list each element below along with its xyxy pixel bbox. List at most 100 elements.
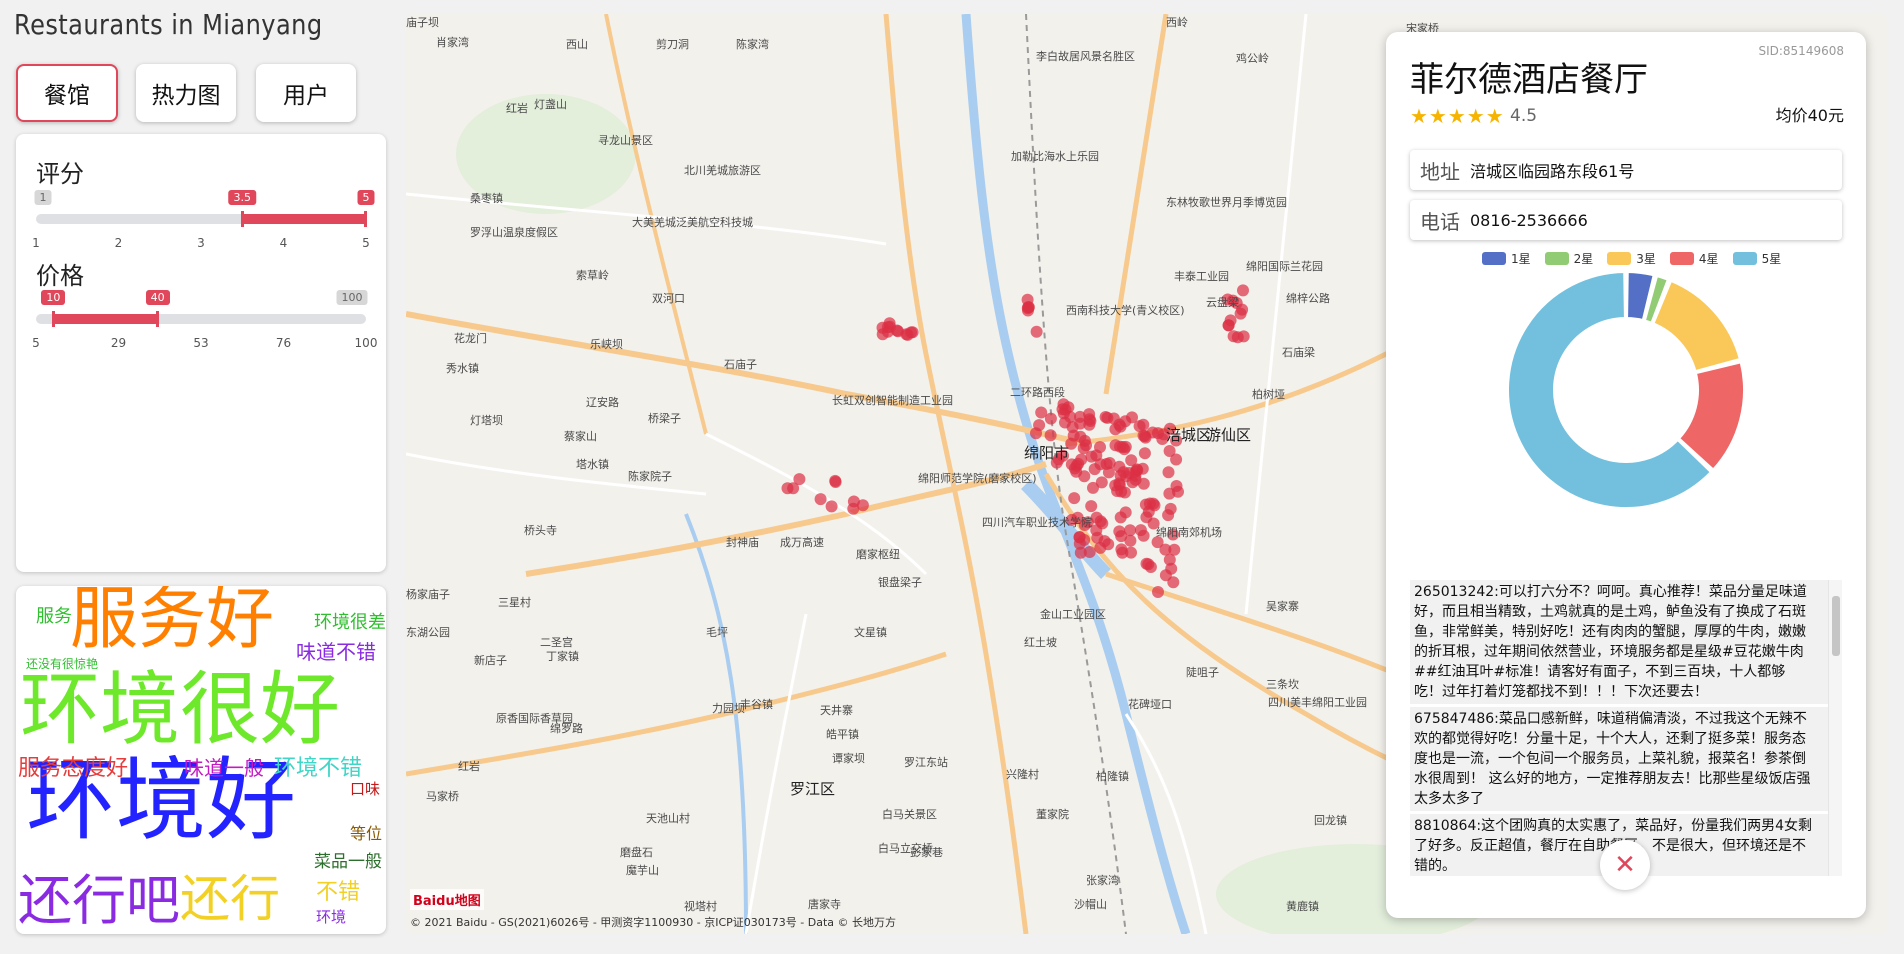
legend-label: 5星 — [1761, 252, 1782, 266]
restaurant-marker[interactable] — [1162, 466, 1175, 479]
map-place-label: 花碑垭口 — [1128, 698, 1172, 711]
rating-slider[interactable] — [36, 211, 367, 227]
restaurant-marker[interactable] — [1163, 487, 1176, 500]
restaurant-marker[interactable] — [1090, 511, 1103, 524]
reviews-scrollbar[interactable] — [1828, 580, 1842, 876]
legend-item[interactable]: 4星 — [1669, 250, 1719, 267]
restaurant-marker[interactable] — [1087, 481, 1099, 494]
restaurant-marker[interactable] — [1022, 304, 1034, 317]
restaurant-marker[interactable] — [1085, 500, 1098, 513]
restaurant-marker[interactable] — [1078, 434, 1091, 447]
restaurant-marker[interactable] — [1085, 450, 1098, 463]
restaurant-marker[interactable] — [1074, 546, 1087, 559]
restaurant-marker[interactable] — [1124, 524, 1137, 537]
rating-tick-label: 5 — [362, 236, 370, 250]
restaurant-marker[interactable] — [1083, 408, 1096, 421]
restaurant-marker[interactable] — [1130, 463, 1143, 476]
rating-tick-label: 3 — [197, 236, 205, 250]
rating-slider-handle-low[interactable] — [241, 211, 245, 227]
restaurant-marker[interactable] — [876, 321, 889, 334]
map-place-label: 视塔村 — [684, 900, 717, 913]
restaurant-marker[interactable] — [1044, 412, 1057, 425]
restaurant-marker[interactable] — [1044, 429, 1057, 442]
restaurant-marker[interactable] — [847, 495, 860, 508]
map-place-label: 金山工业园区 — [1040, 608, 1106, 621]
map-place-label: 东湖公园 — [406, 626, 450, 639]
restaurant-marker[interactable] — [1142, 558, 1155, 571]
restaurant-marker[interactable] — [1115, 485, 1128, 498]
price-tick-label: 100 — [354, 336, 378, 350]
restaurant-marker[interactable] — [1030, 427, 1042, 440]
wordcloud-word: 环境很好 — [20, 663, 340, 756]
price-slider-handle-high[interactable] — [155, 311, 159, 327]
legend-item[interactable]: 1星 — [1482, 250, 1531, 267]
restaurant-marker[interactable] — [781, 482, 794, 495]
map-place-label: 石庙梁 — [1282, 346, 1315, 359]
rating-slider-handle-high[interactable] — [364, 211, 367, 227]
price-slider-handle-low[interactable] — [52, 311, 56, 327]
restaurant-marker[interactable] — [1078, 533, 1091, 546]
restaurant-marker[interactable] — [1163, 553, 1176, 566]
restaurant-marker[interactable] — [814, 493, 827, 506]
legend-item[interactable]: 5星 — [1732, 250, 1782, 267]
map-place-label: 乐峡坝 — [590, 338, 623, 351]
restaurant-marker[interactable] — [1134, 524, 1147, 537]
restaurant-marker[interactable] — [1231, 331, 1244, 344]
restaurant-marker[interactable] — [1107, 412, 1120, 425]
restaurant-marker[interactable] — [1102, 466, 1115, 479]
wordcloud-word: 味道一般 — [184, 756, 264, 780]
restaurant-marker[interactable] — [1124, 534, 1137, 547]
address-box: 地址 涪城区临园路东段61号 — [1410, 150, 1842, 190]
map-copyright: © 2021 Baidu - GS(2021)6026号 - 甲测资字11009… — [410, 916, 897, 929]
restaurant-marker[interactable] — [901, 328, 914, 341]
restaurant-marker[interactable] — [1159, 569, 1172, 582]
map-place-label: 兴隆村 — [1006, 768, 1039, 781]
restaurant-marker[interactable] — [1152, 586, 1164, 598]
restaurant-marker[interactable] — [1138, 447, 1151, 460]
map-place-label: 桥头寺 — [524, 524, 557, 537]
restaurant-marker[interactable] — [1222, 319, 1235, 332]
close-button[interactable]: ✕ — [1600, 840, 1650, 890]
tab-users[interactable]: 用户 — [256, 64, 356, 122]
restaurant-marker[interactable] — [1119, 506, 1132, 519]
restaurant-marker[interactable] — [1057, 398, 1070, 411]
map-place-label: 谭家坝 — [832, 752, 865, 765]
map-place-label: 回龙镇 — [1314, 814, 1347, 827]
restaurant-marker[interactable] — [1083, 418, 1096, 431]
tab-heatmap[interactable]: 热力图 — [136, 64, 236, 122]
restaurant-marker[interactable] — [1139, 431, 1152, 444]
legend-item[interactable]: 3星 — [1607, 250, 1656, 267]
wordcloud-word: 服务 — [36, 606, 72, 627]
review-item: 265013242:可以打六分不？呵呵。真心推荐！菜品分量足味道好，而且相当精致… — [1410, 580, 1828, 704]
legend-swatch — [1732, 252, 1757, 265]
restaurant-marker[interactable] — [1162, 509, 1175, 522]
tab-restaurants[interactable]: 餐馆 — [16, 64, 118, 122]
restaurant-marker[interactable] — [825, 500, 838, 513]
restaurant-marker[interactable] — [1109, 439, 1122, 452]
restaurant-marker[interactable] — [1120, 470, 1133, 483]
restaurant-marker[interactable] — [1075, 453, 1088, 466]
wordcloud-word: 环境 — [316, 908, 347, 926]
map-place-label: 力园坝 — [712, 702, 745, 715]
restaurant-marker[interactable] — [1116, 546, 1129, 559]
donut-slice-3星[interactable] — [1652, 279, 1741, 373]
reviews-list[interactable]: 265013242:可以打六分不？呵呵。真心推荐！菜品分量足味道好，而且相当精致… — [1410, 580, 1842, 876]
restaurant-marker[interactable] — [1098, 535, 1111, 548]
map-place-label: 天井寨 — [820, 704, 853, 717]
restaurant-marker[interactable] — [1090, 524, 1103, 537]
map-place-label: 皓平镇 — [826, 728, 859, 741]
legend-item[interactable]: 2星 — [1544, 250, 1593, 267]
restaurant-marker[interactable] — [1143, 497, 1156, 510]
restaurant-marker[interactable] — [1068, 492, 1081, 505]
restaurant-marker[interactable] — [829, 474, 842, 487]
map-place-label: 罗浮山温泉度假区 — [470, 226, 558, 239]
restaurant-marker[interactable] — [1030, 325, 1043, 338]
map-place-label: 庙子坝 — [406, 16, 439, 29]
restaurant-marker[interactable] — [1163, 445, 1176, 457]
map-place-label: 文星镇 — [854, 626, 887, 639]
restaurant-marker[interactable] — [891, 324, 903, 337]
reviews-scrollbar-thumb[interactable] — [1832, 596, 1840, 656]
price-slider[interactable] — [36, 311, 366, 327]
restaurant-marker[interactable] — [1137, 477, 1150, 490]
restaurant-marker[interactable] — [793, 473, 806, 486]
